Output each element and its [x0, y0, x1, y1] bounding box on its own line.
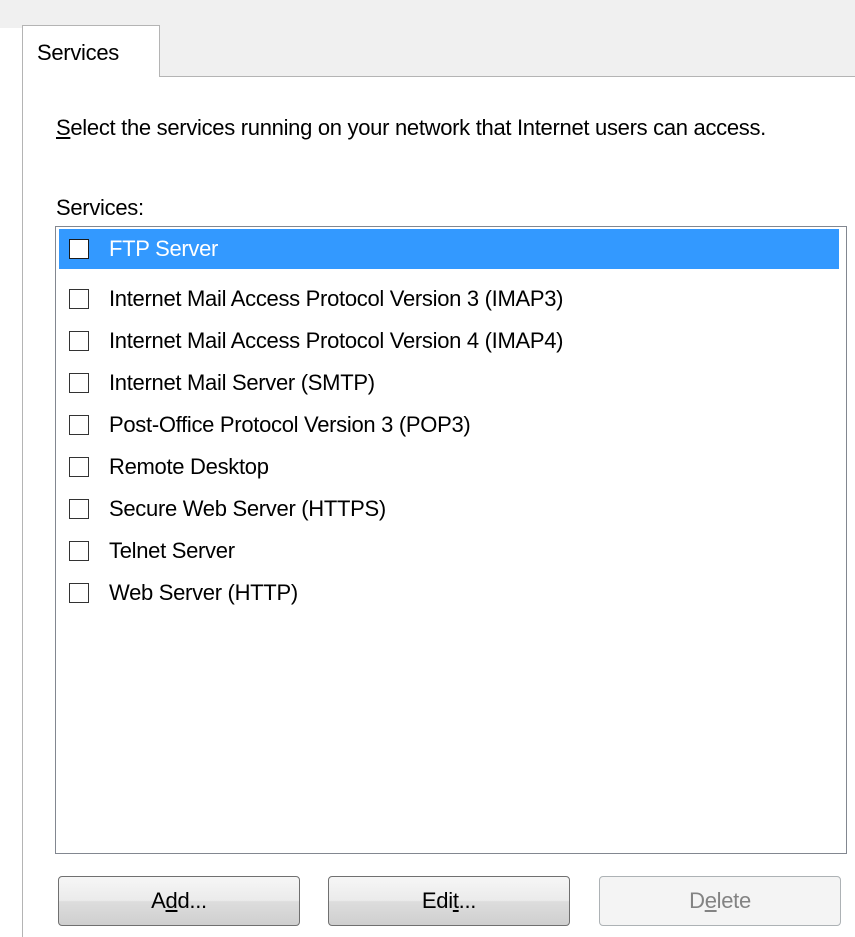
service-item-label: Web Server (HTTP) [109, 580, 298, 605]
service-item-label: Post-Office Protocol Version 3 (POP3) [109, 412, 471, 437]
service-checkbox[interactable] [69, 289, 89, 309]
add-label-post: d... [177, 888, 207, 913]
service-item-https[interactable]: Secure Web Server (HTTPS) [59, 489, 839, 529]
service-item-ftp[interactable]: FTP Server [59, 229, 839, 269]
services-listbox[interactable]: FTP Server Internet Mail Access Protocol… [55, 226, 847, 854]
service-item-smtp[interactable]: Internet Mail Server (SMTP) [59, 363, 839, 403]
service-item-label: Internet Mail Access Protocol Version 3 … [109, 286, 564, 311]
service-item-label: Internet Mail Server (SMTP) [109, 370, 375, 395]
delete-mnemonic: e [704, 888, 717, 913]
service-item-imap4[interactable]: Internet Mail Access Protocol Version 4 … [59, 321, 839, 361]
tab-services[interactable]: Services [22, 25, 160, 77]
service-item-imap3[interactable]: Internet Mail Access Protocol Version 3 … [59, 279, 839, 319]
add-mnemonic: d [165, 888, 178, 913]
service-item-label: Telnet Server [109, 538, 235, 563]
edit-button[interactable]: Edit... [328, 876, 570, 926]
service-item-http[interactable]: Web Server (HTTP) [59, 573, 839, 613]
delete-label-pre: D [689, 888, 705, 913]
service-checkbox[interactable] [69, 583, 89, 603]
service-checkbox[interactable] [69, 499, 89, 519]
instruction-mnemonic: S [56, 115, 71, 140]
add-label-pre: A [151, 888, 166, 913]
window-background [0, 0, 855, 28]
service-item-label: Secure Web Server (HTTPS) [109, 496, 386, 521]
service-item-pop3[interactable]: Post-Office Protocol Version 3 (POP3) [59, 405, 839, 445]
tab-strip-background [160, 28, 855, 76]
service-checkbox[interactable] [69, 331, 89, 351]
services-list-label: Services: [56, 195, 144, 220]
instruction-body: elect the services running on your netwo… [70, 115, 766, 140]
service-item-remote-desktop[interactable]: Remote Desktop [59, 447, 839, 487]
service-item-label: FTP Server [109, 236, 219, 261]
delete-button[interactable]: Delete [599, 876, 841, 926]
edit-label-post: ... [458, 888, 477, 913]
tab-services-label: Services [37, 40, 119, 65]
edit-label-pre: Edi [421, 888, 453, 913]
service-checkbox[interactable] [69, 457, 89, 477]
service-checkbox[interactable] [69, 541, 89, 561]
service-item-label: Internet Mail Access Protocol Version 4 … [109, 328, 564, 353]
service-checkbox[interactable] [69, 373, 89, 393]
services-dialog: Services Select the services running on … [0, 0, 855, 937]
service-item-telnet[interactable]: Telnet Server [59, 531, 839, 571]
add-button[interactable]: Add... [58, 876, 300, 926]
instruction-text: Select the services running on your netw… [56, 113, 846, 142]
delete-label-post: lete [716, 888, 752, 913]
service-item-label: Remote Desktop [109, 454, 269, 479]
service-checkbox[interactable] [69, 239, 89, 259]
service-checkbox[interactable] [69, 415, 89, 435]
